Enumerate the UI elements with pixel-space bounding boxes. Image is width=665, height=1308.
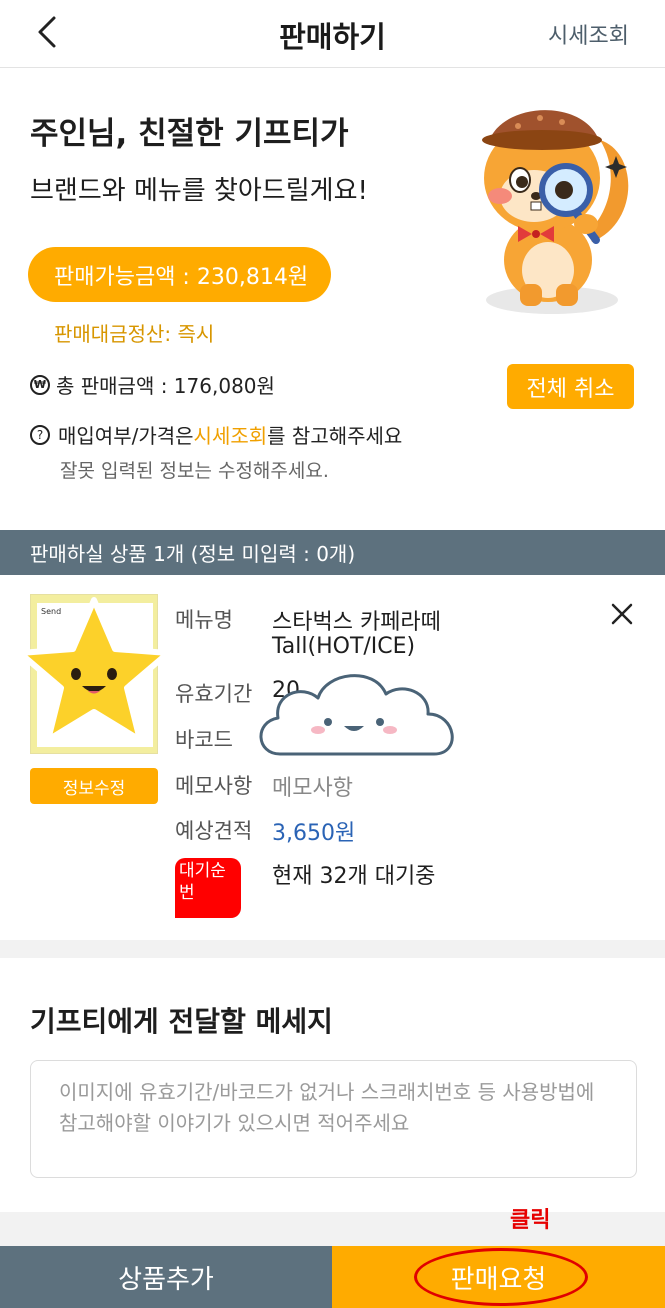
top-app-bar: 판매하기 시세조회 (0, 0, 665, 68)
memo-label: 메모사항 (175, 774, 253, 798)
info-subtext: 잘못 입력된 정보는 수정해주세요. (60, 460, 329, 482)
intro-title: 주인님, 친절한 기프티가 (30, 116, 349, 152)
price-lookup-link[interactable]: 시세조회 (548, 18, 629, 50)
squirrel-detective-mascot (482, 110, 629, 314)
message-textarea[interactable] (30, 1060, 637, 1178)
available-amount-pill: 판매가능금액 : 230,814원 (28, 247, 331, 302)
memo-field[interactable]: 메모사항 (272, 770, 353, 802)
price-lookup-inline-link[interactable]: 시세조회 (194, 420, 268, 449)
info-suffix: 를 참고해주세요 (267, 424, 403, 448)
back-button[interactable] (28, 12, 68, 52)
won-icon: ₩ (30, 374, 50, 395)
click-annotation: 클릭 (510, 1208, 551, 1233)
bottom-spacer (0, 1212, 665, 1246)
add-product-button[interactable]: 상품추가 (0, 1246, 332, 1308)
star-sticker-icon (17, 597, 171, 743)
edit-info-button[interactable]: 정보수정 (30, 768, 158, 804)
total-sale-amount: 총 판매금액 : 176,080원 (56, 374, 275, 398)
total-sale-row: ₩ 총 판매금액 : 176,080원 (30, 370, 275, 399)
product-count-banner: 판매하실 상품 1개 (정보 미입력 : 0개) (0, 530, 665, 575)
cloud-sticker-icon (259, 674, 454, 756)
queue-badge: 대기순번 (175, 858, 241, 918)
estimate-label: 예상견적 (175, 819, 253, 843)
intro-subtitle: 브랜드와 메뉴를 찾아드릴게요! (30, 176, 368, 206)
question-icon: ? (30, 424, 50, 445)
close-icon[interactable] (606, 598, 638, 630)
settlement-info: 판매대금정산: 즉시 (54, 322, 215, 346)
message-section-title: 기프티에게 전달할 메세지 (30, 1005, 333, 1038)
menu-value-line2: Tall(HOT/ICE) (272, 634, 416, 659)
menu-label: 메뉴명 (175, 608, 233, 632)
cancel-all-button[interactable]: 전체 취소 (507, 364, 634, 409)
queue-status: 현재 32개 대기중 (272, 864, 436, 889)
barcode-label: 바코드 (175, 728, 233, 752)
sell-request-button[interactable]: 판매요청 (332, 1246, 665, 1308)
expiry-label: 유효기간 (175, 682, 253, 706)
chevron-left-icon (38, 16, 56, 48)
info-notice: ? 매입여부/가격은 시세조회 를 참고해주세요 (30, 420, 402, 449)
menu-value-line1: 스타벅스 카페라떼 (272, 610, 441, 635)
section-divider (0, 940, 665, 958)
info-prefix: 매입여부/가격은 (58, 424, 194, 448)
estimate-value: 3,650원 (272, 821, 356, 846)
